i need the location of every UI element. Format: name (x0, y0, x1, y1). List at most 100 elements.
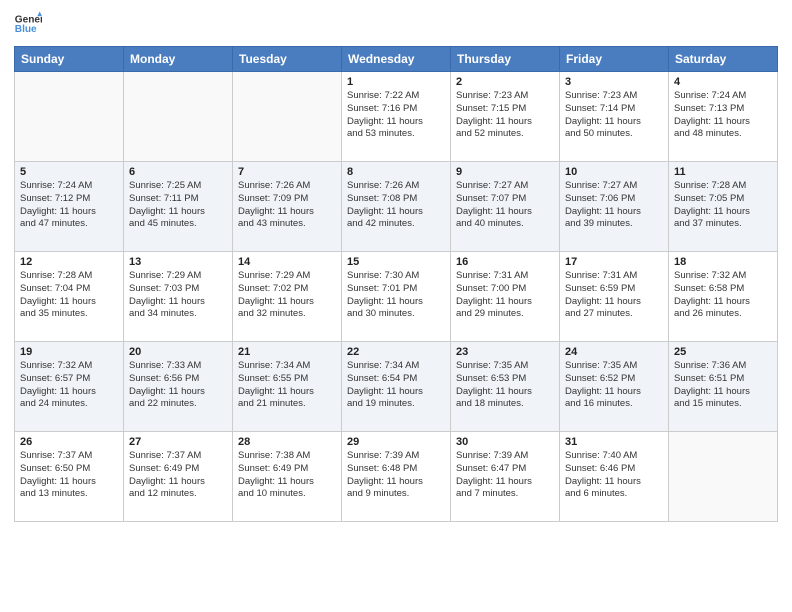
day-info: Sunrise: 7:39 AM Sunset: 6:48 PM Dayligh… (347, 450, 445, 501)
day-info: Sunrise: 7:29 AM Sunset: 7:03 PM Dayligh… (129, 270, 227, 321)
calendar-cell: 8Sunrise: 7:26 AM Sunset: 7:08 PM Daylig… (342, 162, 451, 252)
calendar-header-row: SundayMondayTuesdayWednesdayThursdayFrid… (15, 47, 778, 72)
logo-icon: General Blue (14, 10, 42, 38)
day-info: Sunrise: 7:35 AM Sunset: 6:52 PM Dayligh… (565, 360, 663, 411)
day-number: 9 (456, 166, 554, 178)
calendar-cell: 19 Sunrise: 7:32 AM Sunset: 6:57 PM Dayli… (15, 342, 124, 432)
day-info: Sunrise: 7:40 AM Sunset: 6:46 PM Dayligh… (565, 450, 663, 501)
calendar-cell: 18 Sunrise: 7:32 AM Sunset: 6:58 PM Dayli… (669, 252, 778, 342)
calendar-cell: 9 Sunrise: 7:27 AM Sunset: 7:07 PM Daylig… (451, 162, 560, 252)
day-number: 1 (347, 76, 445, 88)
calendar-cell: 25 Sunrise: 7:36 AM Sunset: 6:51 PM Dayli… (669, 342, 778, 432)
page: General Blue SundayMondayTuesdayWednesda… (0, 0, 792, 612)
day-number: 2 (456, 76, 554, 88)
day-info: Sunrise: 7:32 AM Sunset: 6:58 PM Dayligh… (674, 270, 772, 321)
day-of-week-header: Friday (560, 47, 669, 72)
header: General Blue (14, 10, 778, 38)
day-number: 15 (347, 256, 445, 268)
calendar-cell (669, 432, 778, 522)
day-number: 30 (456, 436, 554, 448)
day-info: Sunrise: 7:31 AM Sunset: 6:59 PM Dayligh… (565, 270, 663, 321)
calendar-cell (124, 72, 233, 162)
calendar-week-row: 5 Sunrise: 7:24 AM Sunset: 7:12 PM Daylig… (15, 162, 778, 252)
calendar-week-row: 1 Sunrise: 7:22 AM Sunset: 7:16 PM Daylig… (15, 72, 778, 162)
day-info: Sunrise: 7:23 AM Sunset: 7:15 PM Dayligh… (456, 90, 554, 141)
calendar-cell: 10Sunrise: 7:27 AM Sunset: 7:06 PM Dayli… (560, 162, 669, 252)
day-number: 17 (565, 256, 663, 268)
day-info: Sunrise: 7:37 AM Sunset: 6:50 PM Dayligh… (20, 450, 118, 501)
day-of-week-header: Saturday (669, 47, 778, 72)
day-info: Sunrise: 7:22 AM Sunset: 7:16 PM Dayligh… (347, 90, 445, 141)
day-of-week-header: Tuesday (233, 47, 342, 72)
day-info: Sunrise: 7:30 AM Sunset: 7:01 PM Dayligh… (347, 270, 445, 321)
day-of-week-header: Monday (124, 47, 233, 72)
day-number: 21 (238, 346, 336, 358)
day-info: Sunrise: 7:31 AM Sunset: 7:00 PM Dayligh… (456, 270, 554, 321)
day-info: Sunrise: 7:28 AM Sunset: 7:05 PM Dayligh… (674, 180, 772, 231)
day-of-week-header: Thursday (451, 47, 560, 72)
calendar-cell: 24Sunrise: 7:35 AM Sunset: 6:52 PM Dayli… (560, 342, 669, 432)
calendar-cell: 15 Sunrise: 7:30 AM Sunset: 7:01 PM Dayli… (342, 252, 451, 342)
calendar-week-row: 19 Sunrise: 7:32 AM Sunset: 6:57 PM Dayli… (15, 342, 778, 432)
day-of-week-header: Wednesday (342, 47, 451, 72)
calendar-cell: 13 Sunrise: 7:29 AM Sunset: 7:03 PM Dayli… (124, 252, 233, 342)
day-number: 16 (456, 256, 554, 268)
day-number: 7 (238, 166, 336, 178)
calendar-cell (15, 72, 124, 162)
calendar-cell: 5 Sunrise: 7:24 AM Sunset: 7:12 PM Daylig… (15, 162, 124, 252)
day-info: Sunrise: 7:38 AM Sunset: 6:49 PM Dayligh… (238, 450, 336, 501)
day-number: 22 (347, 346, 445, 358)
calendar-cell: 31 Sunrise: 7:40 AM Sunset: 6:46 PM Dayli… (560, 432, 669, 522)
day-number: 26 (20, 436, 118, 448)
day-info: Sunrise: 7:27 AM Sunset: 7:06 PM Dayligh… (565, 180, 663, 231)
calendar-cell: 30 Sunrise: 7:39 AM Sunset: 6:47 PM Dayli… (451, 432, 560, 522)
day-info: Sunrise: 7:33 AM Sunset: 6:56 PM Dayligh… (129, 360, 227, 411)
day-number: 20 (129, 346, 227, 358)
calendar-cell: 4 Sunrise: 7:24 AM Sunset: 7:13 PM Daylig… (669, 72, 778, 162)
day-number: 8 (347, 166, 445, 178)
day-number: 12 (20, 256, 118, 268)
calendar-cell: 1 Sunrise: 7:22 AM Sunset: 7:16 PM Daylig… (342, 72, 451, 162)
calendar-cell: 29Sunrise: 7:39 AM Sunset: 6:48 PM Dayli… (342, 432, 451, 522)
day-info: Sunrise: 7:29 AM Sunset: 7:02 PM Dayligh… (238, 270, 336, 321)
calendar-cell: 3Sunrise: 7:23 AM Sunset: 7:14 PM Daylig… (560, 72, 669, 162)
day-number: 19 (20, 346, 118, 358)
day-info: Sunrise: 7:24 AM Sunset: 7:13 PM Dayligh… (674, 90, 772, 141)
calendar-cell: 28Sunrise: 7:38 AM Sunset: 6:49 PM Dayli… (233, 432, 342, 522)
calendar-cell: 27Sunrise: 7:37 AM Sunset: 6:49 PM Dayli… (124, 432, 233, 522)
day-number: 18 (674, 256, 772, 268)
calendar-cell: 11Sunrise: 7:28 AM Sunset: 7:05 PM Dayli… (669, 162, 778, 252)
day-of-week-header: Sunday (15, 47, 124, 72)
day-number: 31 (565, 436, 663, 448)
day-info: Sunrise: 7:32 AM Sunset: 6:57 PM Dayligh… (20, 360, 118, 411)
day-info: Sunrise: 7:36 AM Sunset: 6:51 PM Dayligh… (674, 360, 772, 411)
day-info: Sunrise: 7:26 AM Sunset: 7:09 PM Dayligh… (238, 180, 336, 231)
calendar-week-row: 12 Sunrise: 7:28 AM Sunset: 7:04 PM Dayli… (15, 252, 778, 342)
day-number: 14 (238, 256, 336, 268)
calendar-cell: 14 Sunrise: 7:29 AM Sunset: 7:02 PM Dayli… (233, 252, 342, 342)
day-number: 13 (129, 256, 227, 268)
calendar-cell: 21Sunrise: 7:34 AM Sunset: 6:55 PM Dayli… (233, 342, 342, 432)
day-info: Sunrise: 7:28 AM Sunset: 7:04 PM Dayligh… (20, 270, 118, 321)
day-info: Sunrise: 7:25 AM Sunset: 7:11 PM Dayligh… (129, 180, 227, 231)
calendar-table: SundayMondayTuesdayWednesdayThursdayFrid… (14, 46, 778, 522)
day-info: Sunrise: 7:27 AM Sunset: 7:07 PM Dayligh… (456, 180, 554, 231)
day-info: Sunrise: 7:37 AM Sunset: 6:49 PM Dayligh… (129, 450, 227, 501)
day-info: Sunrise: 7:24 AM Sunset: 7:12 PM Dayligh… (20, 180, 118, 231)
calendar-cell: 26 Sunrise: 7:37 AM Sunset: 6:50 PM Dayli… (15, 432, 124, 522)
calendar-cell: 23Sunrise: 7:35 AM Sunset: 6:53 PM Dayli… (451, 342, 560, 432)
day-number: 6 (129, 166, 227, 178)
calendar-cell: 6 Sunrise: 7:25 AM Sunset: 7:11 PM Daylig… (124, 162, 233, 252)
day-number: 5 (20, 166, 118, 178)
day-number: 3 (565, 76, 663, 88)
calendar-cell: 16 Sunrise: 7:31 AM Sunset: 7:00 PM Dayli… (451, 252, 560, 342)
calendar-cell (233, 72, 342, 162)
day-info: Sunrise: 7:39 AM Sunset: 6:47 PM Dayligh… (456, 450, 554, 501)
day-number: 23 (456, 346, 554, 358)
day-number: 25 (674, 346, 772, 358)
logo: General Blue (14, 10, 42, 38)
calendar-cell: 17 Sunrise: 7:31 AM Sunset: 6:59 PM Dayli… (560, 252, 669, 342)
calendar-cell: 20 Sunrise: 7:33 AM Sunset: 6:56 PM Dayli… (124, 342, 233, 432)
day-number: 4 (674, 76, 772, 88)
calendar-cell: 2 Sunrise: 7:23 AM Sunset: 7:15 PM Daylig… (451, 72, 560, 162)
